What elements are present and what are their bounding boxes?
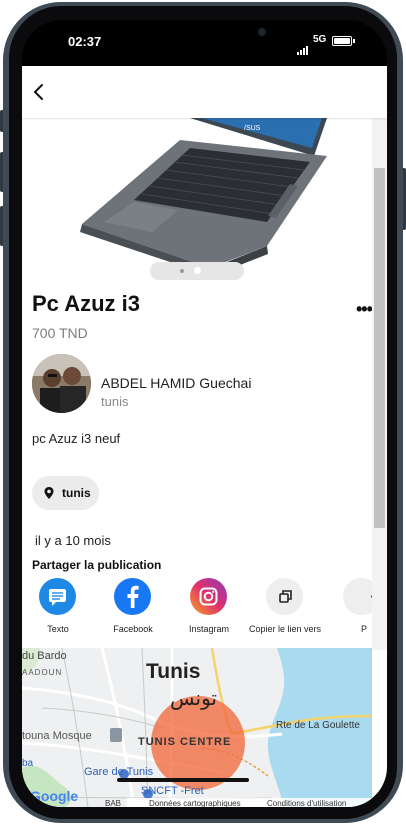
map-label-tunis-centre: TUNIS CENTRE (138, 736, 232, 748)
map-attribution-bar: BAB Données cartographiques Conditions d… (105, 798, 372, 807)
facebook-icon (114, 578, 151, 615)
seller-city: tunis (101, 394, 129, 409)
battery-icon (332, 36, 355, 46)
listing-description: pc Azuz i3 neuf (32, 431, 121, 446)
dynamic-island (128, 22, 278, 48)
map-label-route: Rte de La Goulette (276, 720, 360, 731)
laptop-image: /SUS (80, 118, 327, 276)
share-facebook-button[interactable]: Facebook (98, 578, 168, 648)
svg-text:/SUS: /SUS (244, 125, 261, 132)
map-data-link[interactable]: Données cartographiques (149, 799, 241, 807)
share-copy-link-button[interactable]: Copier le lien vers (249, 578, 321, 648)
share-title: Partager la publication (32, 558, 162, 572)
map-label-zitouna: touna Mosque (22, 730, 92, 742)
copy-icon (266, 578, 303, 615)
map-label-bab: BAB (105, 799, 122, 807)
location-pin-icon (44, 487, 54, 499)
message-icon (39, 578, 76, 615)
map-label-saadoun: AADOUN (22, 668, 63, 677)
map-label-tunis: Tunis (146, 660, 201, 683)
home-indicator[interactable] (117, 778, 249, 782)
screen: 02:37 5G /SUS Pc Azuz i3 ••• 700 TND ABD… (22, 20, 387, 807)
map-label-gare: Gare de Tunis (84, 766, 154, 778)
product-image-carousel[interactable]: /SUS (22, 118, 372, 286)
share-copy-link-label: Copier le lien vers (248, 624, 322, 634)
map-terms-link[interactable]: Conditions d'utilisation (267, 799, 346, 807)
instagram-icon (190, 578, 227, 615)
share-instagram-button[interactable]: Instagram (174, 578, 244, 648)
listing-price: 700 TND (32, 325, 88, 341)
map-label-bardo: du Bardo (22, 650, 67, 662)
status-time: 02:37 (68, 34, 102, 49)
more-options-icon[interactable]: ••• (356, 299, 373, 320)
location-chip-label: tunis (62, 486, 91, 500)
scrollbar-thumb[interactable] (374, 168, 385, 528)
listing-title: Pc Azuz i3 (32, 291, 140, 316)
back-arrow-icon[interactable] (30, 82, 50, 102)
carousel-dot[interactable] (180, 269, 184, 273)
google-logo: Google (30, 788, 79, 804)
posted-time: il y a 10 mois (35, 533, 111, 548)
carousel-dot-active[interactable] (194, 267, 201, 274)
seller-photo (32, 354, 91, 413)
network-type: 5G (313, 34, 327, 45)
top-app-bar (22, 66, 387, 118)
avatar[interactable] (32, 354, 91, 413)
signal-icon (297, 37, 309, 55)
seller-name[interactable]: ABDEL HAMID Guechai (101, 375, 251, 391)
status-bar: 02:37 5G (22, 20, 387, 66)
camera-icon (258, 28, 266, 36)
map-label-sncft: SNCFT -Fret (141, 785, 204, 797)
phone-frame: 02:37 5G /SUS Pc Azuz i3 ••• 700 TND ABD… (0, 0, 406, 825)
app-view: /SUS Pc Azuz i3 ••• 700 TND ABDEL HAMID … (22, 66, 387, 807)
map-label-tunis-ar: تونس (170, 688, 217, 710)
carousel-indicator (150, 262, 244, 280)
share-sms-button[interactable]: Texto (23, 578, 93, 648)
mosque-marker-icon (110, 728, 122, 742)
location-chip[interactable]: tunis (32, 476, 99, 510)
location-map[interactable]: du Bardo AADOUN Tunis تونس TUNIS CENTRE … (22, 648, 372, 807)
map-label-ba: ba (22, 758, 34, 769)
